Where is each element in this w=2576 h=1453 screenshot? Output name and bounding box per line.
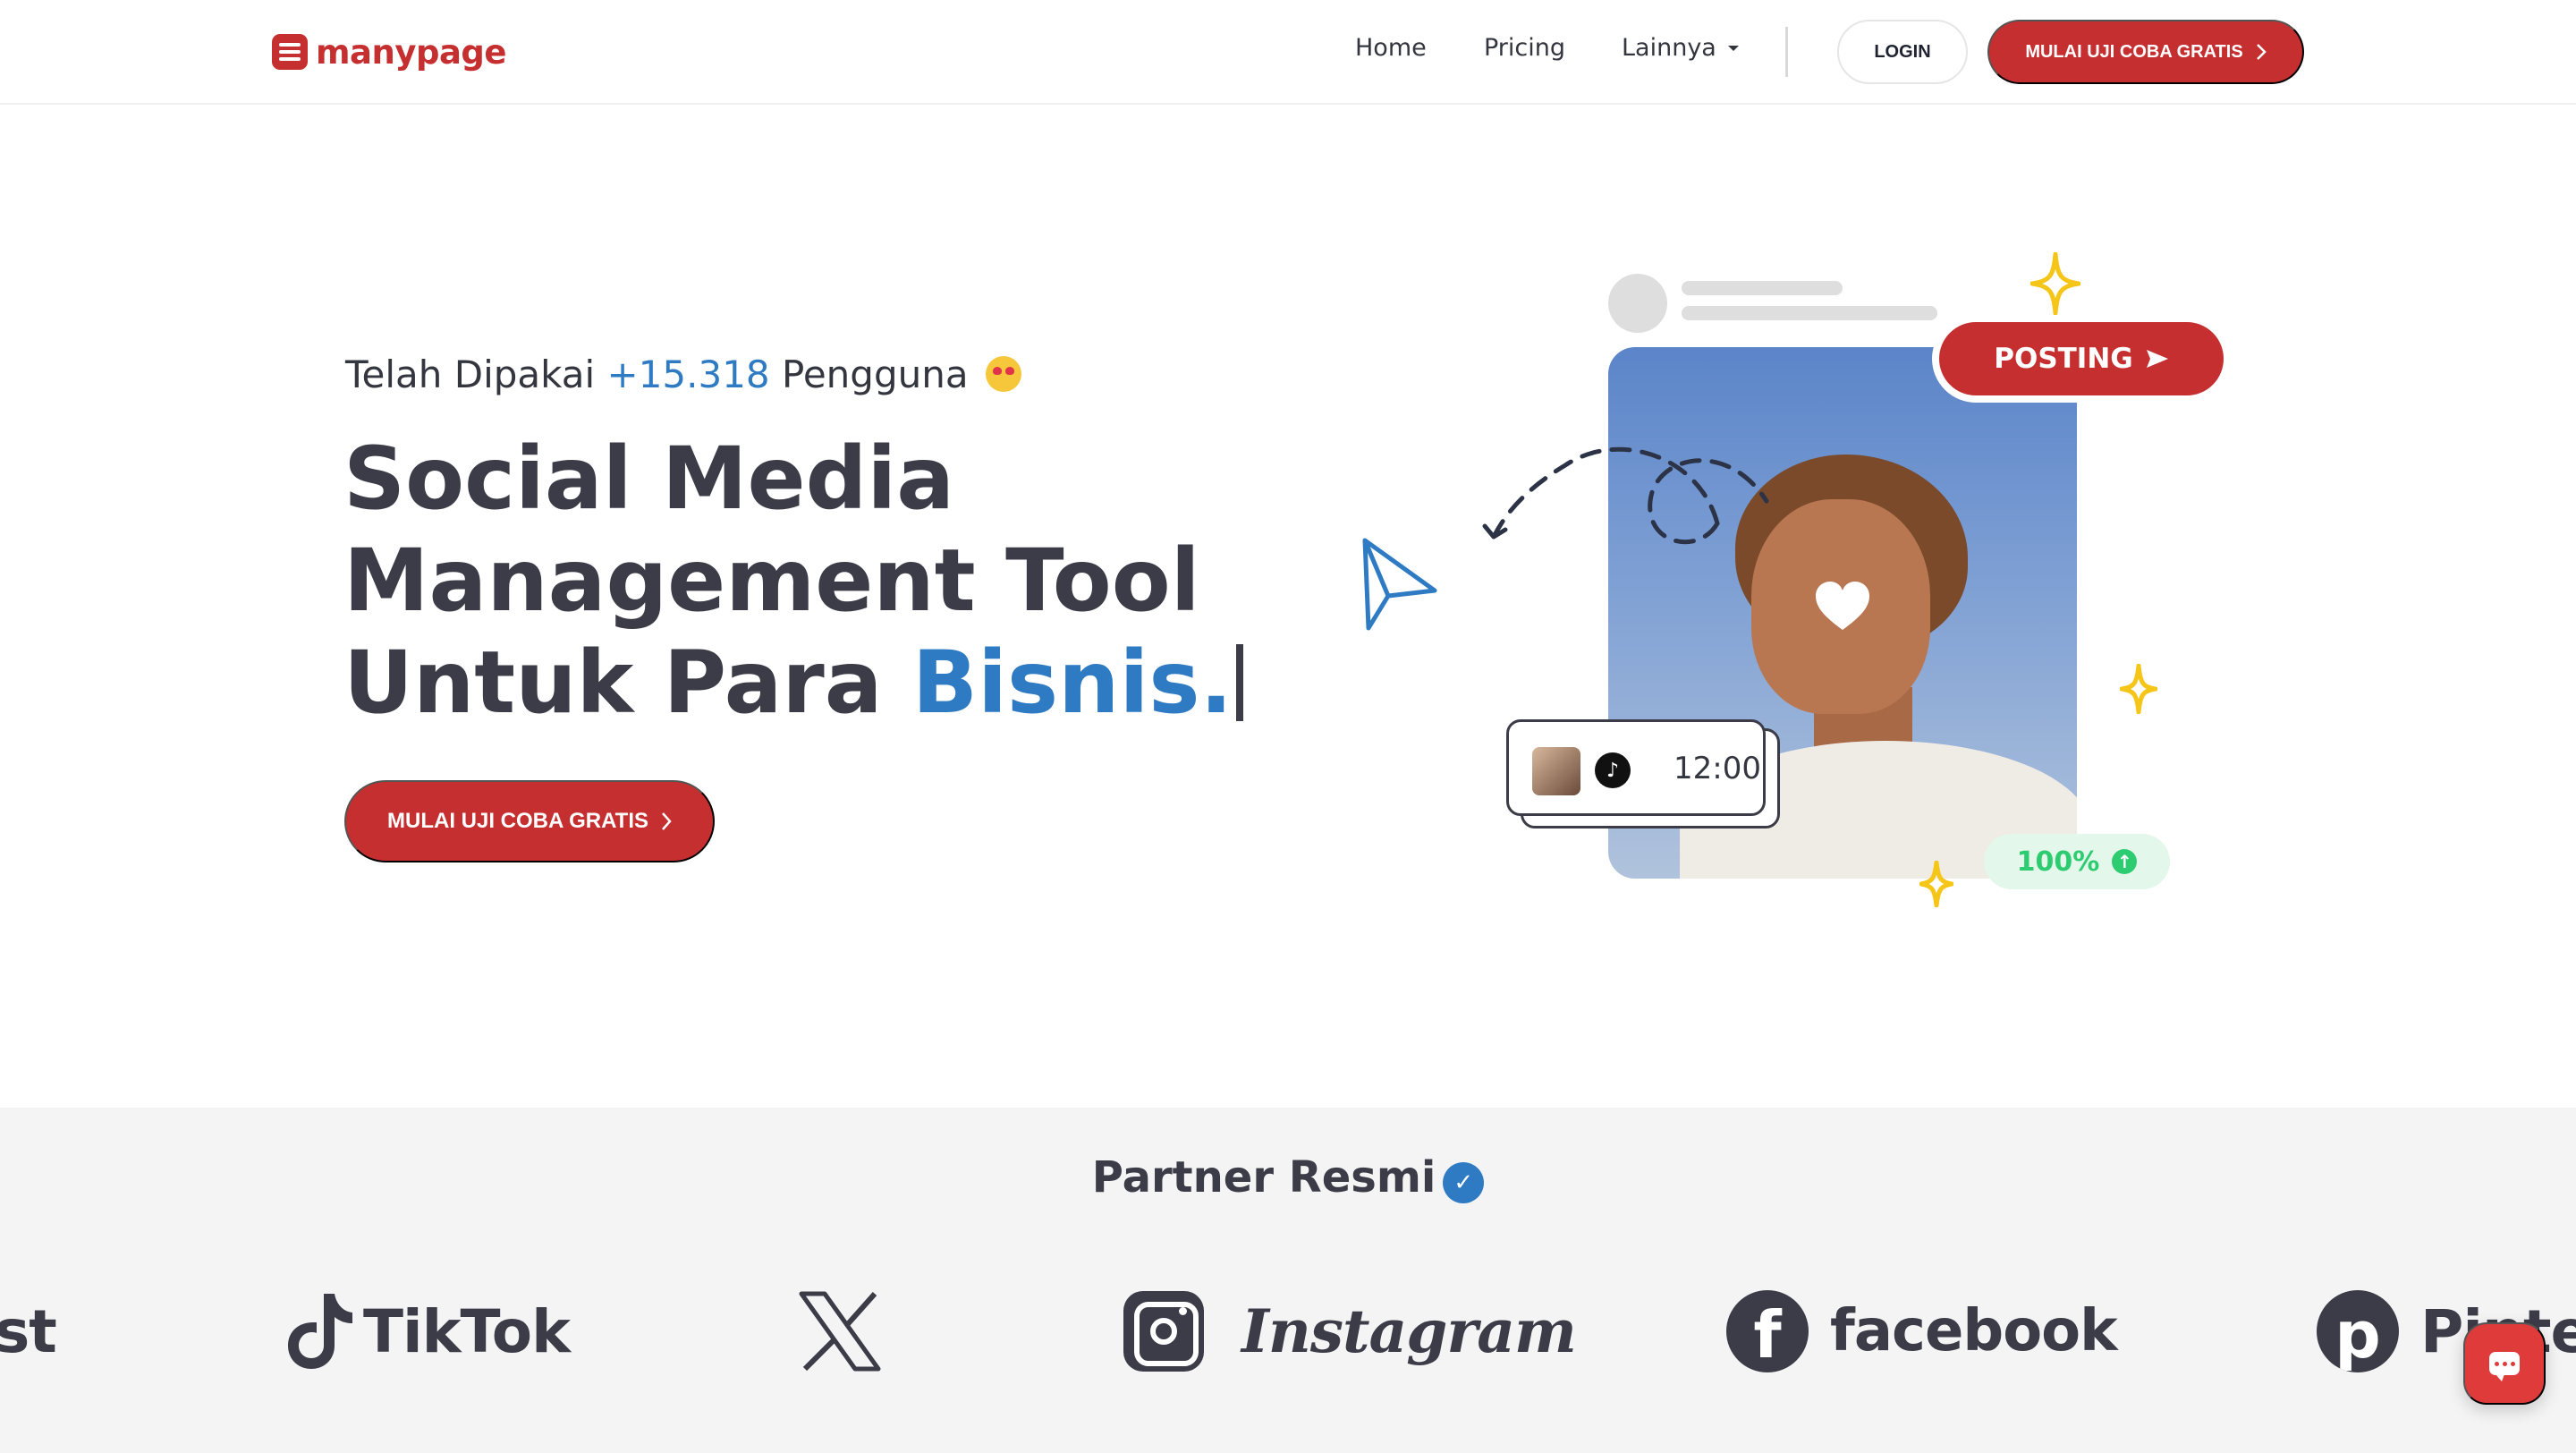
caret-down-icon bbox=[1727, 45, 1739, 51]
manypage-logo-icon bbox=[272, 34, 308, 70]
paper-plane-icon bbox=[1362, 538, 1437, 631]
partner-logo-tiktok: TikTok bbox=[284, 1287, 571, 1376]
verified-badge-icon: ✓ bbox=[1443, 1162, 1485, 1203]
top-navbar: manypage Home Pricing Lainnya LOGIN MULA… bbox=[0, 0, 2576, 105]
nav-trial-button[interactable]: MULAI UJI COBA GRATIS bbox=[1987, 20, 2304, 84]
facebook-wordmark: facebook bbox=[1830, 1298, 2118, 1364]
nav-dropdown-more-label: Lainnya bbox=[1622, 34, 1716, 62]
nav-link-pricing[interactable]: Pricing bbox=[1484, 34, 1565, 62]
partners-title-text: Partner Resmi bbox=[1091, 1152, 1436, 1202]
brand-logo[interactable]: manypage bbox=[272, 32, 507, 72]
partner-logo-x bbox=[798, 1287, 882, 1376]
partner-logo-facebook: f facebook bbox=[1726, 1287, 2118, 1376]
tiktok-wordmark: TikTok bbox=[363, 1296, 571, 1366]
typing-caret bbox=[1235, 644, 1243, 721]
brand-name: manypage bbox=[316, 32, 507, 72]
sparkle-icon bbox=[2120, 664, 2157, 714]
heart-eyes-emoji-icon bbox=[985, 356, 1021, 392]
hero-title-line3-prefix: Untuk Para bbox=[343, 633, 883, 733]
facebook-icon: f bbox=[1726, 1290, 1809, 1372]
partners-title: Partner Resmi ✓ bbox=[0, 1152, 2576, 1203]
hero-trial-button-label: MULAI UJI COBA GRATIS bbox=[387, 809, 648, 833]
hero-title-line2: Management Tool bbox=[343, 531, 1200, 631]
partner-logo-instagram: Instagram bbox=[1123, 1287, 1577, 1376]
instagram-icon bbox=[1123, 1291, 1204, 1372]
hero-trial-button[interactable]: MULAI UJI COBA GRATIS bbox=[344, 780, 715, 862]
nav-trial-button-label: MULAI UJI COBA GRATIS bbox=[2025, 41, 2243, 62]
partner-logo-partial-text: st bbox=[0, 1296, 57, 1366]
hero-title-accent-word: Bisnis. bbox=[911, 633, 1233, 733]
instagram-wordmark: Instagram bbox=[1241, 1296, 1577, 1366]
nav-link-home[interactable]: Home bbox=[1355, 34, 1427, 62]
users-count-prefix: Telah Dipakai bbox=[345, 353, 596, 396]
partner-logo-partial: st bbox=[0, 1287, 57, 1376]
tiktok-icon bbox=[288, 1294, 352, 1369]
hero-title: Social Media Management Tool Untuk Para … bbox=[343, 428, 1243, 734]
pinterest-icon: p bbox=[2317, 1290, 2399, 1372]
users-count-suffix: Pengguna bbox=[782, 353, 969, 396]
chat-icon bbox=[2489, 1352, 2520, 1381]
paper-plane-trail bbox=[1482, 446, 1769, 545]
nav-divider bbox=[1785, 27, 1788, 77]
sparkle-icon bbox=[2030, 252, 2080, 315]
hero-illustration: POSTING ♪ 12:00 100% ↑ bbox=[1342, 233, 2236, 948]
chat-widget-button[interactable] bbox=[2463, 1322, 2546, 1405]
users-count-line: Telah Dipakai +15.318 Pengguna bbox=[345, 353, 1021, 396]
sparkle-icon bbox=[1919, 861, 1953, 907]
nav-dropdown-more[interactable]: Lainnya bbox=[1622, 34, 1740, 62]
chevron-right-icon bbox=[2256, 44, 2267, 60]
hero-title-line1: Social Media bbox=[343, 429, 955, 529]
users-count-number: +15.318 bbox=[606, 353, 770, 396]
login-button[interactable]: LOGIN bbox=[1837, 20, 1968, 84]
chevron-right-icon bbox=[662, 812, 672, 830]
partners-section: Partner Resmi ✓ st TikTok Instagram f fac… bbox=[0, 1108, 2576, 1453]
x-icon bbox=[799, 1291, 881, 1372]
